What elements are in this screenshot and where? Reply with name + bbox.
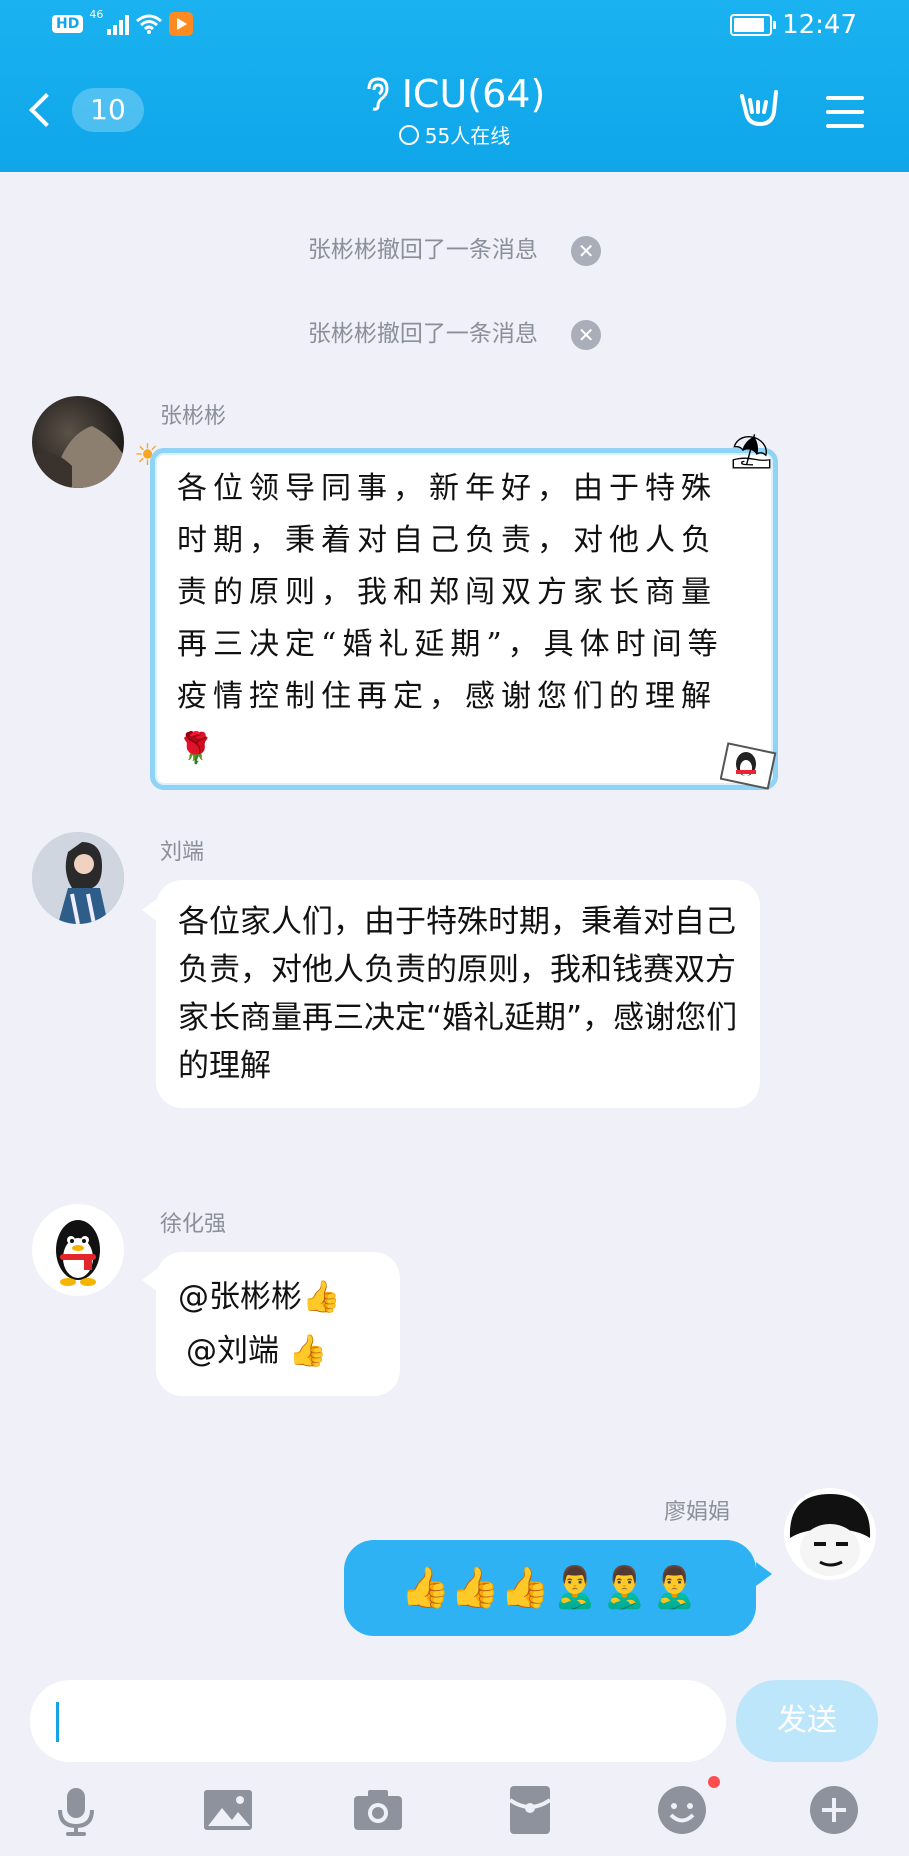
online-count: 55人在线 bbox=[424, 124, 511, 148]
camera-icon bbox=[354, 1790, 402, 1830]
menu-icon-line bbox=[826, 96, 864, 100]
signal-icon bbox=[107, 13, 130, 35]
mention-line: @刘端 👍 bbox=[186, 1333, 328, 1369]
mention-line: @张彬彬👍 bbox=[178, 1279, 341, 1315]
sender-name: 刘端 bbox=[160, 840, 205, 865]
sender-name: 张彬彬 bbox=[160, 404, 227, 429]
ear-icon bbox=[367, 77, 389, 111]
bubble-tail bbox=[756, 1562, 772, 1586]
system-message-text: 张彬彬撤回了一条消息 bbox=[307, 321, 538, 347]
rock-hand-icon bbox=[740, 90, 778, 127]
message-bubble[interactable]: 各位家人们，由于特殊时期，秉着对自己负责，对他人负责的原则，我和钱赛双方家长商量… bbox=[156, 880, 760, 1108]
red-envelope-icon bbox=[508, 1786, 552, 1834]
sender-name: 徐化强 bbox=[160, 1212, 227, 1237]
avatar[interactable] bbox=[32, 396, 124, 488]
message-bubble[interactable]: @张彬彬👍 @刘端 👍 bbox=[156, 1252, 400, 1396]
notification-dot bbox=[708, 1776, 720, 1788]
sender-name: 廖娟娟 bbox=[664, 1500, 731, 1525]
image-button[interactable] bbox=[200, 1782, 256, 1838]
wifi-icon bbox=[136, 14, 163, 34]
message-bubble[interactable]: 👍👍👍🙎‍♂️🙎‍♂️🙎‍♂️ bbox=[344, 1540, 756, 1636]
status-left: HD 46 bbox=[52, 8, 194, 36]
text-caret bbox=[56, 1702, 59, 1742]
qq-penguin-icon bbox=[56, 1220, 100, 1286]
plus-icon bbox=[810, 1786, 858, 1834]
hand-gesture-button[interactable] bbox=[736, 88, 780, 137]
system-message-text: 张彬彬撤回了一条消息 bbox=[307, 237, 538, 263]
umbrella-icon: ⛱ bbox=[730, 432, 774, 472]
microphone-icon bbox=[58, 1788, 94, 1836]
status-bar: HD 46 12:47 bbox=[0, 0, 909, 56]
more-button[interactable] bbox=[806, 1782, 862, 1838]
image-icon bbox=[204, 1790, 252, 1830]
group-name: ICU(64) bbox=[401, 72, 546, 116]
system-message: 张彬彬撤回了一条消息 ✕ bbox=[0, 230, 909, 266]
network-type: 46 bbox=[89, 7, 104, 21]
smiley-icon bbox=[658, 1786, 706, 1834]
avatar-image bbox=[32, 426, 124, 488]
menu-icon-line bbox=[826, 124, 864, 128]
hd-icon: HD bbox=[52, 15, 84, 33]
avatar-image bbox=[789, 1494, 871, 1576]
status-right: 12:47 bbox=[730, 10, 857, 40]
camera-button[interactable] bbox=[350, 1782, 406, 1838]
avatar[interactable] bbox=[32, 832, 124, 924]
close-icon[interactable]: ✕ bbox=[571, 235, 602, 266]
penguin-sticker-icon bbox=[720, 742, 777, 790]
send-button[interactable]: 发送 bbox=[736, 1680, 878, 1762]
emoji-message: 👍👍👍🙎‍♂️🙎‍♂️🙎‍♂️ bbox=[400, 1565, 700, 1611]
clock: 12:47 bbox=[782, 10, 857, 40]
red-packet-button[interactable] bbox=[502, 1782, 558, 1838]
message-bubble[interactable]: 各位领导同事，新年好，由于特殊时期，秉着对自己负责，对他人负责的原则，我和郑闯双… bbox=[150, 448, 778, 790]
voice-button[interactable] bbox=[48, 1782, 104, 1838]
system-message: 张彬彬撤回了一条消息 ✕ bbox=[0, 314, 909, 350]
close-icon[interactable]: ✕ bbox=[571, 319, 602, 350]
avatar[interactable] bbox=[32, 1204, 124, 1296]
message-input[interactable] bbox=[30, 1680, 726, 1762]
title-bar: HD 46 12:47 10 ICU(64) 55人在线 bbox=[0, 0, 909, 172]
video-app-icon bbox=[169, 12, 194, 36]
avatar[interactable] bbox=[784, 1488, 876, 1580]
online-status-icon bbox=[398, 124, 419, 145]
message-text: 各位领导同事，新年好，由于特殊时期，秉着对自己负责，对他人负责的原则，我和郑闯双… bbox=[177, 471, 724, 766]
menu-icon-line bbox=[826, 110, 864, 114]
menu-button[interactable] bbox=[826, 96, 864, 138]
avatar-image bbox=[32, 832, 124, 924]
emoji-button[interactable] bbox=[654, 1776, 720, 1838]
message-text: 各位家人们，由于特殊时期，秉着对自己负责，对他人负责的原则，我和钱赛双方家长商量… bbox=[178, 904, 738, 1084]
battery-icon bbox=[730, 14, 777, 36]
